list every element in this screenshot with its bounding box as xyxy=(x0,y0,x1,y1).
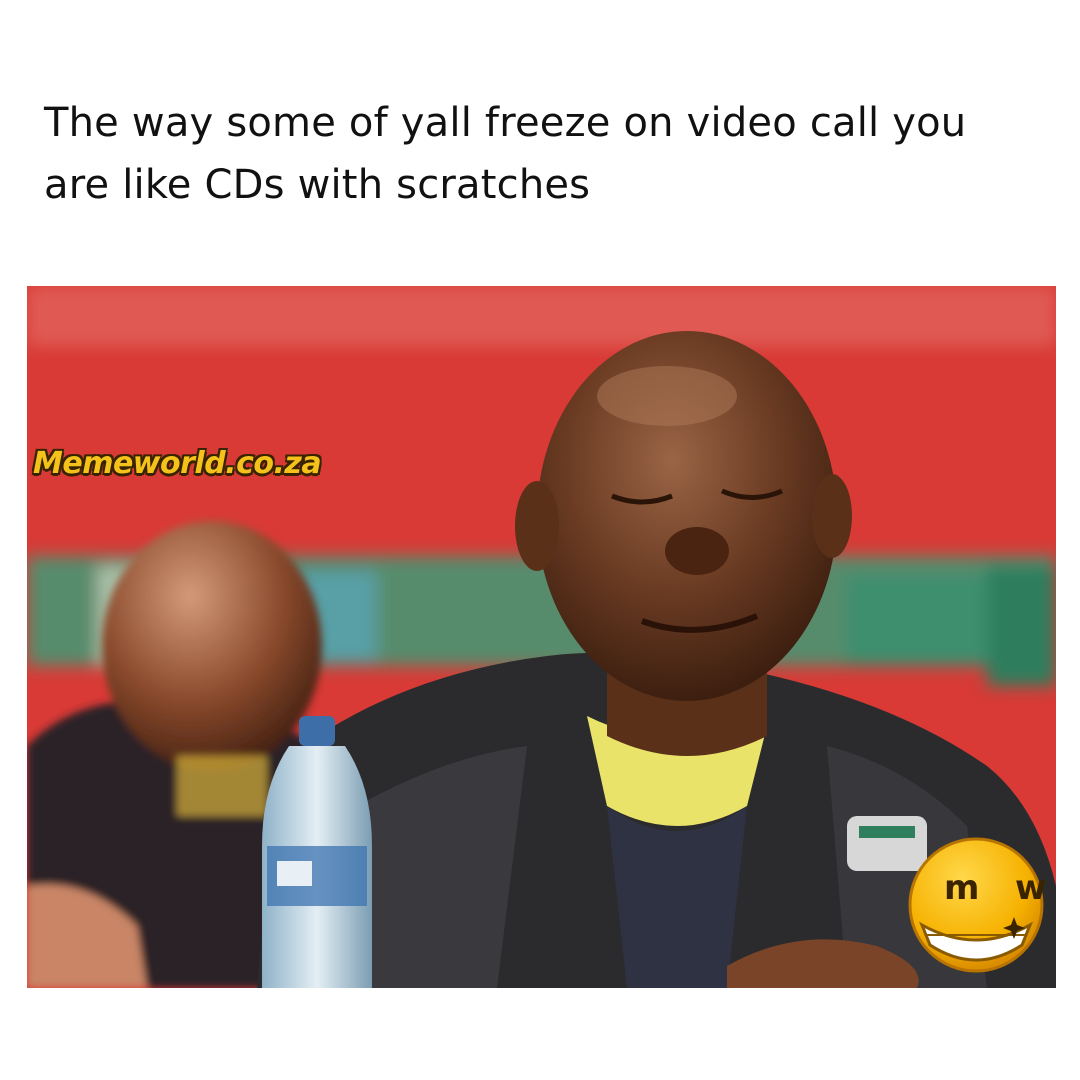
meme-page: The way some of yall freeze on video cal… xyxy=(0,0,1080,1080)
photo-illustration xyxy=(27,286,1056,988)
meme-caption: The way some of yall freeze on video cal… xyxy=(44,92,1044,216)
memeworld-logo-icon: m w xyxy=(906,835,1046,975)
watermark-text: Memeworld.co.za xyxy=(33,446,322,481)
caption-line-2: are like CDs with scratches xyxy=(44,162,591,208)
meme-photo: Memeworld.co.za m w xyxy=(27,286,1056,988)
caption-line-1: The way some of yall freeze on video cal… xyxy=(44,100,967,146)
logo-letter-m: m w xyxy=(944,868,1046,908)
